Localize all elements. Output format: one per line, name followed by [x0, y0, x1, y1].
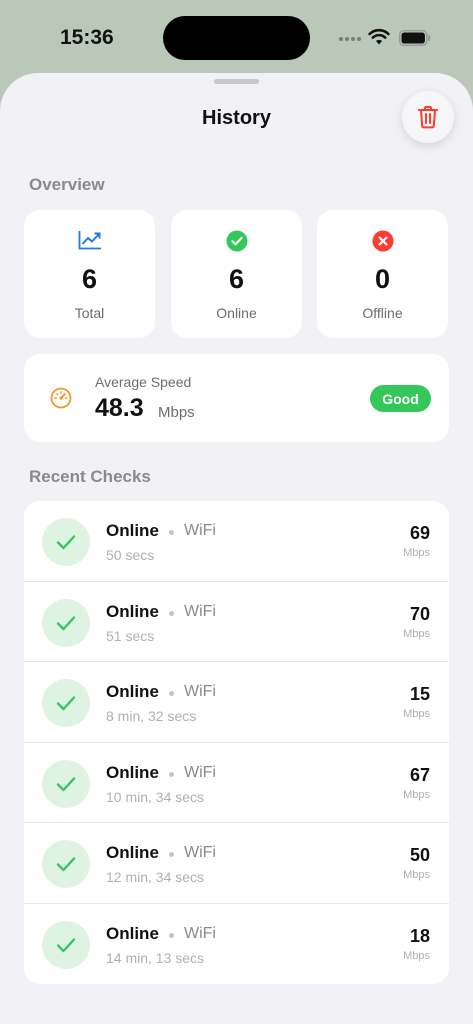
history-sheet: History Overview 6 Total 6 Online 0 Offl… — [0, 73, 473, 1024]
clear-history-button[interactable] — [402, 91, 454, 143]
row-status: Online — [106, 762, 159, 782]
recent-checks-heading: Recent Checks — [29, 467, 151, 486]
row-unit: Mbps — [403, 547, 430, 559]
separator-dot — [169, 530, 174, 535]
stat-card-total: 6 Total — [24, 210, 155, 338]
dynamic-island — [163, 16, 310, 60]
average-speed-card: Average Speed 48.3 Mbps Good — [24, 354, 449, 442]
stat-card-online: 6 Online — [171, 210, 302, 338]
row-connection: WiFi — [184, 522, 216, 539]
chart-line-icon — [78, 231, 101, 250]
checkmark-icon — [56, 857, 76, 872]
status-check-badge — [42, 759, 90, 808]
speedometer-icon — [50, 387, 72, 409]
row-time: 12 min, 34 secs — [106, 869, 205, 885]
status-check-badge — [42, 598, 90, 647]
xmark-circle-icon — [372, 230, 393, 252]
checkmark-icon — [56, 776, 76, 791]
wifi-icon — [368, 28, 390, 45]
status-check-badge — [42, 679, 90, 727]
average-speed-unit: Mbps — [158, 404, 195, 421]
separator-dot — [169, 771, 174, 777]
row-connection: WiFi — [184, 763, 216, 781]
average-speed-value: 48.3 — [95, 394, 144, 422]
separator-dot — [169, 610, 174, 616]
overview-heading: Overview — [29, 175, 105, 194]
checkmark-icon — [56, 696, 76, 711]
sheet-grabber[interactable] — [214, 79, 259, 84]
row-time: 51 secs — [106, 627, 155, 644]
checkmark-icon — [56, 615, 76, 630]
stat-total-label: Total — [74, 305, 105, 321]
status-check-badge — [42, 518, 90, 566]
list-item[interactable]: Online WiFi 14 min, 13 secs 18 Mbps — [24, 904, 449, 985]
separator-dot — [169, 691, 174, 696]
checkmark-icon — [56, 937, 76, 952]
row-speed: 70 — [409, 603, 430, 624]
average-speed-label: Average Speed — [95, 374, 192, 390]
separator-dot — [169, 932, 174, 938]
status-time: 15:36 — [60, 26, 114, 49]
list-item[interactable]: Online WiFi 10 min, 34 secs 67 Mbps — [24, 743, 449, 823]
recent-checks-list: Online WiFi 50 secs 69 Mbps Online WiFi … — [24, 501, 449, 984]
row-connection: WiFi — [184, 683, 216, 700]
stat-offline-label: Offline — [362, 305, 403, 321]
stat-online-value: 6 — [228, 264, 245, 294]
row-speed: 67 — [409, 764, 430, 785]
trash-icon — [418, 106, 438, 129]
cellular-dots-icon — [339, 37, 363, 43]
row-speed: 69 — [409, 523, 430, 543]
speed-quality-badge: Good — [370, 385, 431, 412]
row-time: 10 min, 34 secs — [106, 788, 205, 805]
list-item[interactable]: Online WiFi 51 secs 70 Mbps — [24, 582, 449, 662]
row-unit: Mbps — [403, 949, 430, 962]
stat-online-label: Online — [216, 305, 257, 321]
stat-total-value: 6 — [81, 264, 98, 294]
stat-card-offline: 0 Offline — [317, 210, 448, 338]
status-check-badge — [42, 840, 90, 888]
row-connection: WiFi — [184, 844, 216, 861]
separator-dot — [169, 852, 174, 857]
row-connection: WiFi — [184, 924, 216, 942]
row-time: 8 min, 32 secs — [106, 708, 197, 724]
row-speed: 18 — [409, 925, 430, 946]
list-item[interactable]: Online WiFi 50 secs 69 Mbps — [24, 501, 449, 582]
row-speed: 15 — [409, 684, 430, 704]
stat-offline-value: 0 — [374, 264, 391, 294]
row-status: Online — [106, 843, 159, 862]
row-status: Online — [106, 682, 159, 701]
status-bar: 15:36 — [0, 0, 473, 74]
list-item[interactable]: Online WiFi 8 min, 32 secs 15 Mbps — [24, 662, 449, 743]
list-item[interactable]: Online WiFi 12 min, 34 secs 50 Mbps — [24, 823, 449, 904]
checkmark-icon — [56, 535, 76, 550]
row-unit: Mbps — [403, 627, 430, 640]
row-unit: Mbps — [403, 788, 430, 801]
status-check-badge — [42, 920, 90, 969]
row-unit: Mbps — [403, 708, 430, 720]
row-unit: Mbps — [403, 869, 430, 881]
row-time: 14 min, 13 secs — [106, 949, 205, 966]
row-status: Online — [106, 521, 159, 540]
row-speed: 50 — [409, 845, 430, 865]
row-status: Online — [106, 601, 159, 621]
battery-icon — [399, 30, 431, 46]
checkmark-circle-icon — [226, 230, 247, 252]
row-connection: WiFi — [184, 602, 216, 620]
row-time: 50 secs — [106, 547, 155, 563]
row-status: Online — [106, 923, 159, 943]
